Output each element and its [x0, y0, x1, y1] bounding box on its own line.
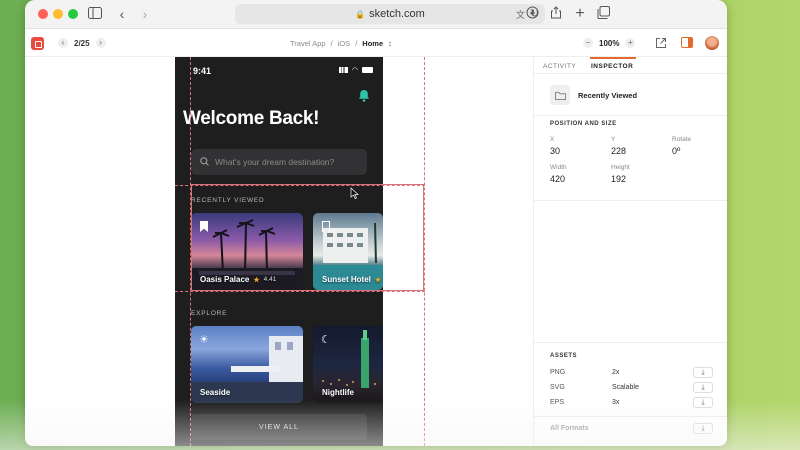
download-icon[interactable]: ⤓	[693, 367, 713, 378]
chevron-updown-icon[interactable]: ↕	[388, 39, 392, 48]
download-icon[interactable]	[523, 5, 541, 23]
search-icon	[200, 156, 209, 168]
zoom-out-button[interactable]: −	[583, 38, 593, 48]
breadcrumb-item[interactable]: iOS	[338, 39, 351, 48]
page-navigator: ‹ 2/25 ›	[58, 38, 106, 48]
breadcrumb-separator: /	[355, 39, 358, 48]
active-tab-indicator	[590, 57, 636, 59]
page-indicator: 2/25	[74, 38, 90, 48]
view-all-button[interactable]: VIEW ALL	[191, 414, 367, 440]
sketch-logo-icon[interactable]	[31, 37, 44, 50]
back-icon[interactable]: ‹	[113, 5, 131, 23]
guide-line	[424, 57, 425, 446]
card-label: Nightlife	[322, 388, 354, 397]
search-placeholder: What's your dream destination?	[215, 157, 335, 167]
bell-icon[interactable]	[358, 89, 370, 102]
browser-toolbar: ‹ › 🔒 sketch.com ↻ 文 +	[25, 0, 727, 29]
asset-row: EPS 3x ⤓	[550, 397, 713, 410]
height-label: Height	[611, 164, 630, 171]
x-label: X	[550, 136, 555, 143]
download-icon[interactable]: ⤓	[693, 397, 713, 408]
toggle-inspector-icon[interactable]	[681, 37, 693, 49]
welcome-title: Welcome Back!	[183, 108, 320, 129]
asset-format: SVG	[550, 384, 565, 391]
all-formats-row: All Formats ⤓	[550, 423, 713, 436]
search-input[interactable]: What's your dream destination?	[191, 149, 367, 175]
wifi-icon: ◠	[351, 67, 358, 74]
asset-scale[interactable]: 3x	[612, 399, 619, 406]
inspector-tabs: ACTIVITY INSPECTOR	[534, 57, 727, 74]
divider	[534, 200, 727, 201]
avatar[interactable]	[705, 36, 719, 50]
divider	[534, 342, 727, 343]
divider	[534, 115, 727, 116]
position-size-title: POSITION AND SIZE	[550, 121, 617, 127]
explore-title: EXPLORE	[191, 310, 228, 317]
width-value[interactable]: 420	[550, 174, 565, 184]
tab-inspector[interactable]: INSPECTOR	[591, 63, 633, 70]
breadcrumb-separator: /	[330, 39, 333, 48]
battery-icon	[362, 67, 373, 73]
download-icon[interactable]: ⤓	[693, 382, 713, 393]
assets-title: ASSETS	[550, 353, 578, 359]
card-label: Seaside	[200, 388, 230, 397]
y-label: Y	[611, 136, 616, 143]
x-value[interactable]: 30	[550, 146, 560, 156]
canvas[interactable]: 9:41 ◠ Welcome Back! What's your dream d…	[25, 57, 533, 446]
selection-box[interactable]	[191, 184, 424, 291]
lock-icon: 🔒	[355, 9, 366, 19]
sun-icon: ☀	[199, 334, 209, 346]
status-icons: ◠	[338, 66, 373, 74]
status-time: 9:41	[193, 66, 212, 76]
browser-window: ‹ › 🔒 sketch.com ↻ 文 + ‹ 2/25 › Travel A…	[25, 0, 727, 446]
zoom-control: − 100% +	[583, 38, 636, 48]
asset-scale[interactable]: Scalable	[612, 384, 639, 391]
height-value[interactable]: 192	[611, 174, 626, 184]
new-tab-icon[interactable]: +	[571, 5, 589, 23]
asset-row: SVG Scalable ⤓	[550, 382, 713, 395]
breadcrumb-current[interactable]: Home	[362, 39, 383, 48]
rotate-value[interactable]: 0º	[672, 146, 680, 156]
rotate-label: Rotate	[672, 136, 692, 143]
tab-activity[interactable]: ACTIVITY	[543, 63, 576, 70]
card-title: Nightlife	[322, 388, 354, 397]
asset-format: EPS	[550, 399, 565, 406]
width-label: Width	[550, 164, 567, 171]
all-formats-label: All Formats	[550, 425, 589, 432]
selected-layer: Recently Viewed	[550, 85, 637, 105]
divider	[534, 416, 727, 417]
layer-name: Recently Viewed	[578, 90, 638, 100]
open-external-icon[interactable]	[655, 37, 667, 49]
previous-artboard-icon[interactable]: ‹	[58, 38, 68, 48]
forward-icon[interactable]: ›	[136, 5, 154, 23]
pointer-cursor-icon	[350, 187, 359, 202]
close-window-button[interactable]	[38, 9, 48, 19]
asset-format: PNG	[550, 369, 566, 376]
minimize-window-button[interactable]	[53, 9, 63, 19]
guide-line	[175, 291, 425, 292]
asset-row: PNG 2x ⤓	[550, 367, 713, 380]
explore-card[interactable]: ☀ Seaside	[191, 326, 303, 403]
sketch-header: ‹ 2/25 › Travel App / iOS / Home ↕ − 100…	[25, 29, 727, 57]
zoom-in-button[interactable]: +	[625, 38, 636, 48]
card-title: Seaside	[200, 388, 231, 397]
zoom-level[interactable]: 100%	[599, 39, 619, 48]
folder-icon	[550, 85, 570, 105]
breadcrumb-item[interactable]: Travel App	[290, 39, 326, 48]
next-artboard-icon[interactable]: ›	[95, 38, 106, 48]
inspector-panel: ACTIVITY INSPECTOR Recently Viewed POSIT…	[533, 57, 727, 446]
asset-scale[interactable]: 2x	[612, 369, 619, 376]
address-bar[interactable]: 🔒 sketch.com ↻ 文	[235, 4, 545, 24]
breadcrumb: Travel App / iOS / Home ↕	[290, 39, 392, 48]
explore-card[interactable]: ☾ Nightlife	[313, 326, 383, 403]
zoom-window-button[interactable]	[68, 9, 78, 19]
sidebar-icon[interactable]	[86, 5, 104, 23]
download-all-icon[interactable]: ⤓	[693, 423, 713, 434]
share-icon[interactable]	[547, 5, 565, 23]
url-text: sketch.com	[369, 8, 425, 20]
moon-icon: ☾	[321, 334, 331, 346]
signal-icon	[338, 67, 348, 73]
y-value[interactable]: 228	[611, 146, 626, 156]
tabs-icon[interactable]	[594, 5, 612, 23]
